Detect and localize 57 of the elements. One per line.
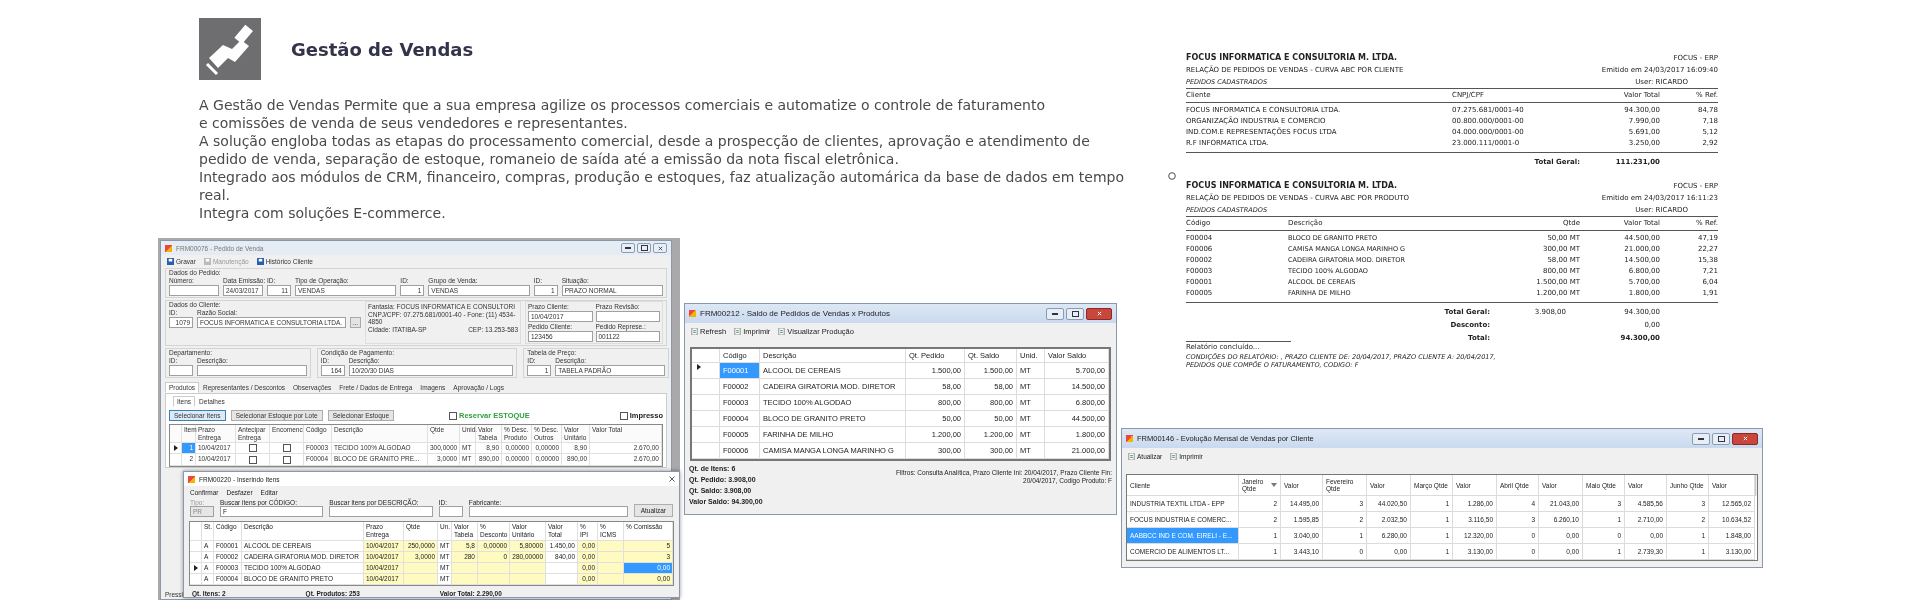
intro-text: A Gestão de Vendas Permite que a sua empresa agilize os processos comerciais e automatize o controle de faturamento xyxy=(199,96,1045,114)
sort-arrow-icon xyxy=(1271,483,1277,487)
circle-icon xyxy=(1168,172,1176,180)
app-icon xyxy=(689,310,696,317)
close-button[interactable] xyxy=(653,243,667,253)
current-row-icon xyxy=(194,565,198,571)
document-icon xyxy=(203,257,211,265)
close-button[interactable] xyxy=(1732,432,1758,445)
document-icon xyxy=(778,327,786,335)
current-row-icon xyxy=(174,445,178,451)
minimize-button[interactable] xyxy=(1692,432,1710,445)
page-title: Gestão de Vendas xyxy=(291,38,474,60)
minimize-button[interactable] xyxy=(621,243,635,253)
app-icon xyxy=(188,475,195,483)
input-field[interactable] xyxy=(438,506,463,517)
intro-text: A solução engloba todas as etapas do processamento comercial, desde a prospecção de clientes, aprovação e atendimento de xyxy=(199,132,1090,150)
intro-text: Integrado aos módulos de CRM, financeiro, compras, produção e estoques, faz atualização automárica da base de dados em tempo xyxy=(199,168,1124,186)
input-field[interactable] xyxy=(468,506,628,517)
input-field[interactable] xyxy=(169,365,193,376)
intro-text: pedido de venda, separação de estoque, romaneio de saída até a emissão da nota fiscal eletrônica. xyxy=(199,150,899,168)
app-icon xyxy=(165,244,172,252)
close-icon xyxy=(1742,436,1748,441)
maximize-button[interactable] xyxy=(1066,307,1084,320)
document-icon xyxy=(1128,452,1135,460)
input-field[interactable] xyxy=(197,365,307,376)
minimize-button[interactable] xyxy=(1046,307,1064,320)
input-field[interactable] xyxy=(329,506,433,517)
document-icon xyxy=(691,327,698,335)
checkbox[interactable] xyxy=(248,455,257,464)
close-button[interactable] xyxy=(1086,307,1112,320)
document-icon xyxy=(734,327,742,335)
checkbox[interactable] xyxy=(282,455,291,464)
intro-text: e comissões de venda de seus vendedores e representantes. xyxy=(199,114,628,132)
close-icon xyxy=(657,245,663,251)
company-name: FOCUS INFORMATICA E CONSULTORIA M. LTDA. xyxy=(1186,52,1398,64)
input-field[interactable] xyxy=(169,285,219,296)
company-name: FOCUS INFORMATICA E CONSULTORIA M. LTDA. xyxy=(1186,180,1398,192)
checkbox[interactable] xyxy=(282,444,291,453)
checkbox[interactable] xyxy=(248,444,257,453)
maximize-button[interactable] xyxy=(637,243,651,253)
input-field[interactable] xyxy=(595,311,660,322)
handshake-icon xyxy=(199,18,261,80)
close-icon[interactable] xyxy=(669,476,675,482)
close-icon xyxy=(1096,311,1102,316)
checkbox[interactable] xyxy=(619,411,628,420)
document-icon xyxy=(1170,452,1178,460)
intro-text: Integra com soluções E-commerce. xyxy=(199,204,446,222)
row-header[interactable] xyxy=(190,563,202,574)
checkbox[interactable] xyxy=(449,411,458,420)
current-row-icon xyxy=(697,364,701,370)
intro-text: real. xyxy=(199,186,230,204)
maximize-button[interactable] xyxy=(1712,432,1730,445)
app-icon xyxy=(1126,435,1133,442)
scrollbar[interactable] xyxy=(1755,475,1757,496)
document-icon xyxy=(256,257,264,265)
window-title: FRM00212 - Saldo de Pedidos de Vendas x Produtos xyxy=(700,309,890,318)
document-icon xyxy=(167,257,174,265)
